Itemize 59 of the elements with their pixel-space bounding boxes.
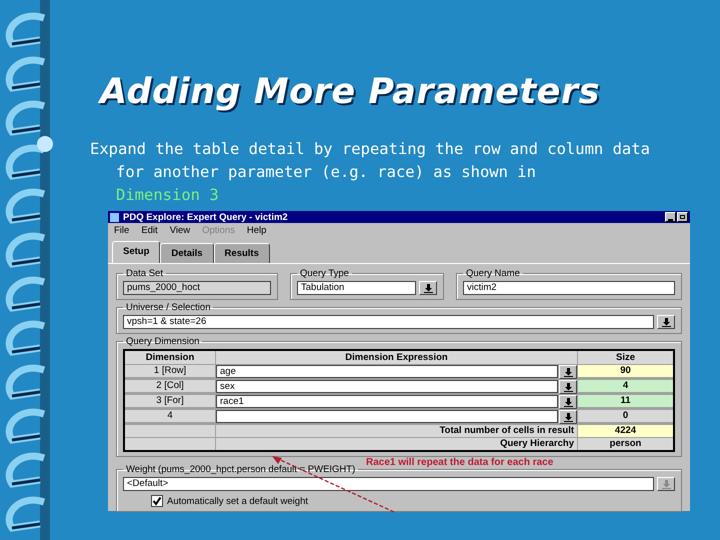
- checkbox[interactable]: [151, 495, 163, 507]
- download-arrow-icon: [564, 368, 572, 376]
- app-icon: [110, 212, 119, 222]
- tab[interactable]: Setup: [112, 241, 160, 263]
- group-label: Query Name: [465, 268, 521, 279]
- size-cell: 11: [578, 395, 673, 407]
- size-cell: 90: [578, 365, 673, 377]
- data-set-field[interactable]: pums_2000_hoct: [123, 281, 271, 295]
- group-label: Query Dimension: [125, 336, 200, 347]
- expression-field[interactable]: sex: [216, 380, 558, 393]
- dropdown-button[interactable]: [559, 380, 577, 394]
- body-text: Expand the table detail by repeating the row and column data for another parameter (e.g. race) as shown in Dimension 3: [90, 139, 651, 206]
- minimize-button[interactable]: [665, 212, 676, 222]
- checkbox-label: Automatically set a default weight: [167, 496, 308, 506]
- menu-item[interactable]: View: [170, 225, 190, 236]
- group-label: Data Set: [125, 268, 164, 279]
- download-arrow-icon: [662, 480, 670, 488]
- dropdown-button[interactable]: [419, 281, 437, 295]
- download-arrow-icon: [662, 318, 670, 326]
- table-cell: 1 [Row]: [125, 365, 215, 377]
- menu-item[interactable]: Edit: [141, 225, 158, 236]
- dropdown-button[interactable]: [559, 410, 577, 424]
- table-cell: Query Hierarchy: [216, 438, 577, 450]
- size-cell: 4: [578, 380, 673, 392]
- menu-item[interactable]: Help: [246, 225, 266, 236]
- download-arrow-icon: [424, 284, 432, 292]
- tab[interactable]: Results: [214, 243, 270, 263]
- download-arrow-icon: [564, 398, 572, 406]
- download-arrow-icon: [564, 412, 572, 422]
- table-cell: 4: [125, 410, 215, 422]
- column-header: Dimension Expression: [216, 351, 577, 364]
- universe-field[interactable]: vpsh=1 & state=26: [123, 315, 654, 329]
- slide-title: Adding More Parameters: [100, 72, 690, 112]
- column-header: Dimension: [125, 351, 215, 364]
- expression-field[interactable]: [216, 410, 558, 423]
- weight-field[interactable]: <Default>: [123, 477, 654, 491]
- annotation-text: Race1 will repeat the data for each race: [366, 457, 554, 468]
- menu-item[interactable]: File: [114, 225, 130, 236]
- maximize-button[interactable]: [677, 212, 688, 222]
- dropdown-button[interactable]: [559, 365, 577, 379]
- expression-field[interactable]: race1: [216, 395, 558, 408]
- dropdown-button[interactable]: [657, 477, 675, 491]
- column-header: Size: [578, 351, 673, 364]
- table-cell: 3 [For]: [125, 395, 215, 407]
- size-cell: 0: [578, 410, 673, 422]
- expression-field[interactable]: age: [216, 365, 558, 378]
- download-arrow-icon: [564, 382, 572, 392]
- table-cell: Total number of cells in result: [216, 425, 577, 437]
- tab[interactable]: Details: [160, 243, 214, 263]
- size-cell: 4224: [578, 425, 673, 437]
- query-name-field[interactable]: victim2: [463, 281, 675, 295]
- window-title: PDQ Explore: Expert Query - victim2: [123, 212, 288, 222]
- table-cell: 2 [Col]: [125, 380, 215, 392]
- dropdown-button[interactable]: [559, 395, 577, 409]
- group-label: Query Type: [299, 268, 350, 279]
- dropdown-button[interactable]: [657, 315, 675, 329]
- size-cell: person: [578, 438, 673, 450]
- group-label: Universe / Selection: [125, 302, 212, 313]
- query-type-field[interactable]: Tabulation: [297, 281, 416, 295]
